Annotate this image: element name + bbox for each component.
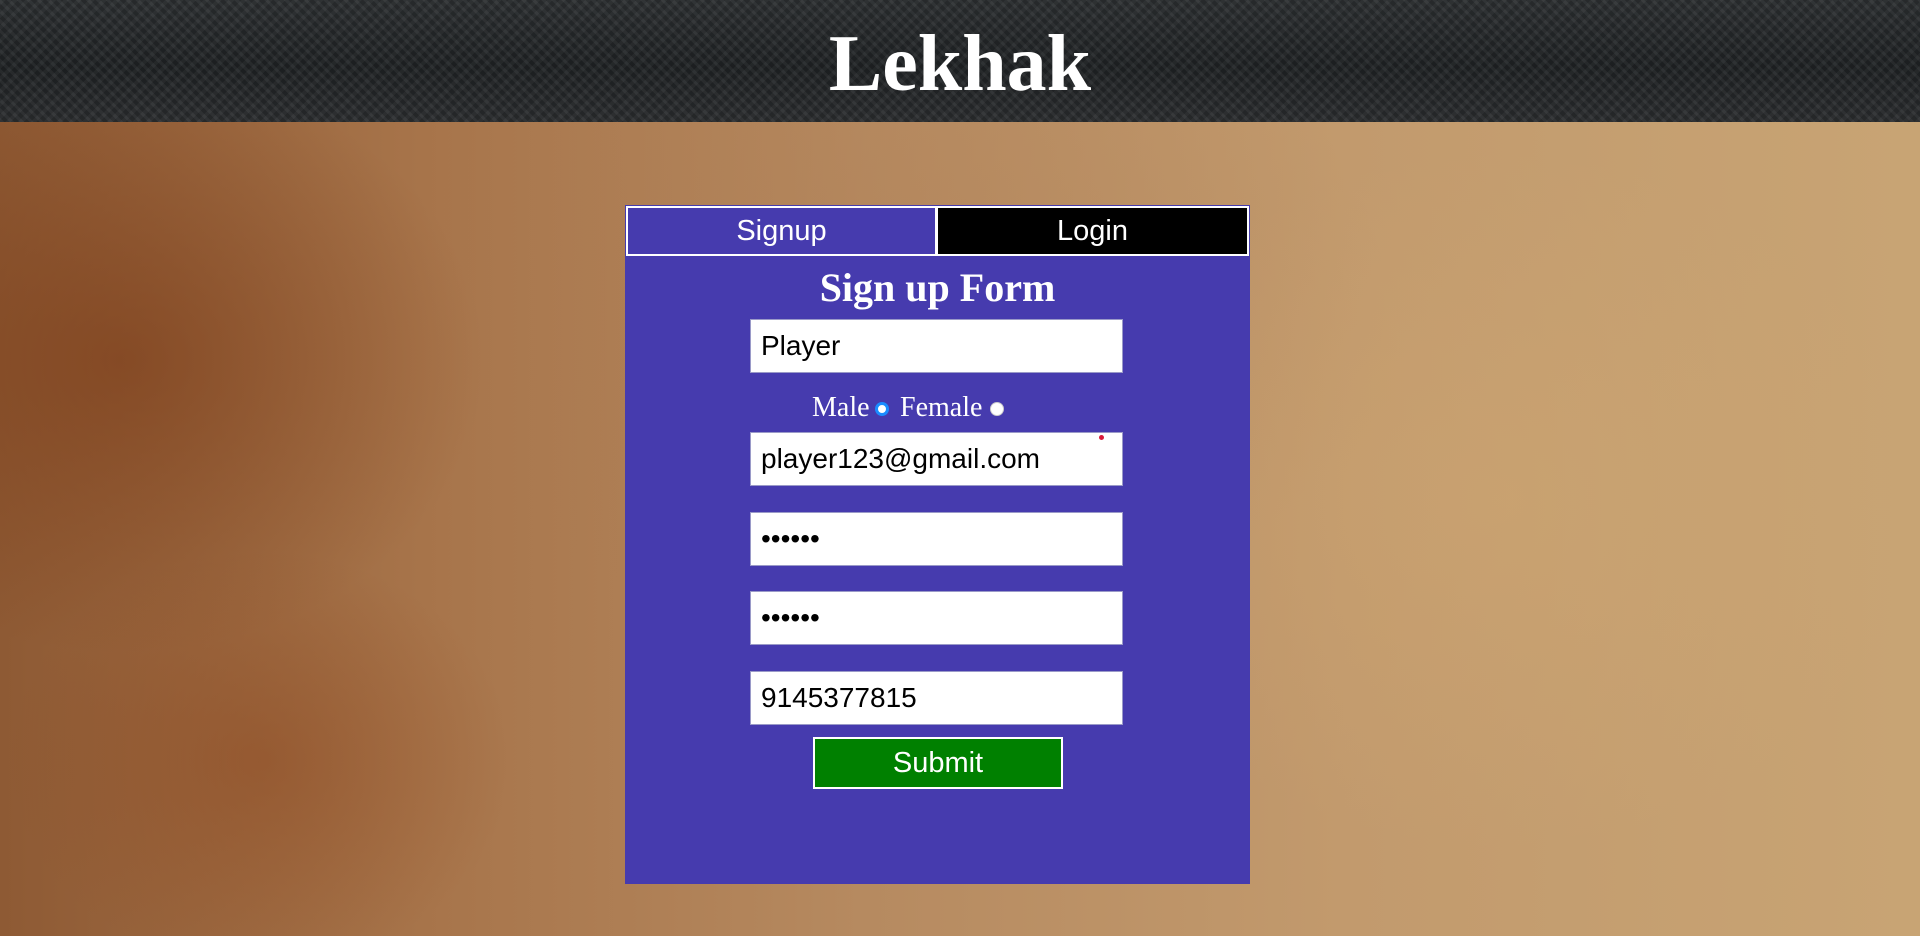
- email-input[interactable]: [750, 432, 1123, 486]
- gender-male-radio[interactable]: [875, 402, 889, 416]
- gender-female-radio[interactable]: [990, 402, 1004, 416]
- password-input[interactable]: [750, 512, 1123, 566]
- validation-dot-icon: [1099, 435, 1104, 440]
- site-header: Lekhak: [0, 0, 1920, 122]
- submit-button[interactable]: Submit: [813, 737, 1063, 789]
- confirm-password-input[interactable]: [750, 591, 1123, 645]
- gender-male-label: Male: [812, 392, 870, 423]
- site-title: Lekhak: [828, 20, 1092, 108]
- tab-signup[interactable]: Signup: [626, 206, 937, 256]
- gender-group: Male Female: [625, 388, 1250, 428]
- auth-tabs: Signup Login: [625, 205, 1250, 259]
- phone-input[interactable]: [750, 671, 1123, 725]
- name-input[interactable]: [750, 319, 1123, 373]
- auth-panel: Signup Login Sign up Form Male Female Su…: [625, 205, 1250, 884]
- gender-female-label: Female: [900, 392, 983, 423]
- form-title: Sign up Form: [819, 265, 1056, 310]
- tab-login[interactable]: Login: [936, 206, 1249, 256]
